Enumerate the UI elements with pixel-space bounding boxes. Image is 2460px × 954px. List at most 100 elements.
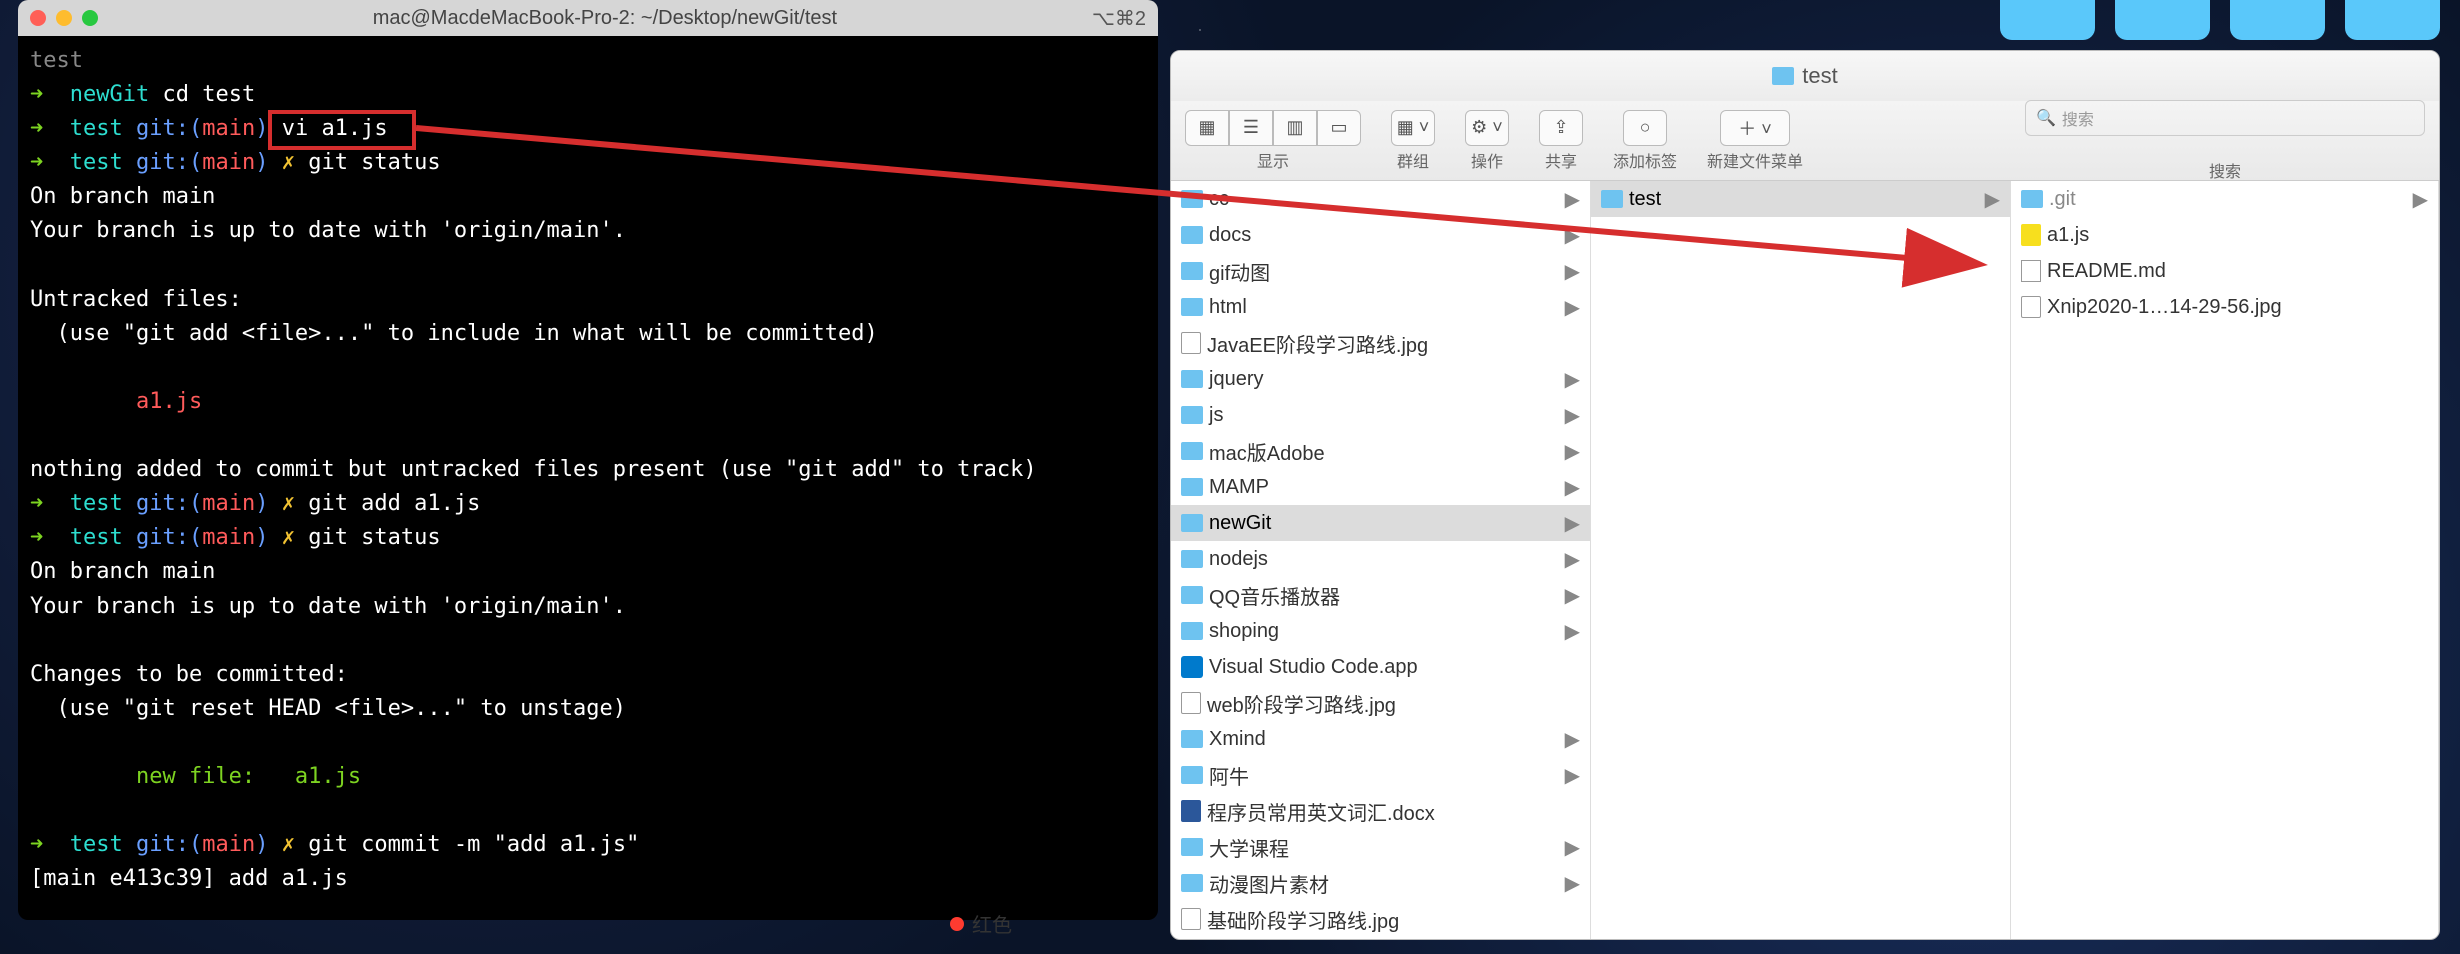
finder-column-1: cc▶docs▶gif动图▶html▶JavaEE阶段学习路线.jpgjquer… (1171, 181, 1591, 939)
finder-item-label: JavaEE阶段学习路线.jpg (1207, 329, 1428, 358)
finder-item-label: nodejs (1209, 548, 1268, 571)
finder-item[interactable]: README.md (2011, 253, 2438, 289)
terminal-title: mac@MacdeMacBook-Pro-2: ~/Desktop/newGit… (128, 7, 1082, 30)
folder-icon (1181, 586, 1203, 604)
finder-item[interactable]: 基础阶段学习路线.jpg (1171, 901, 1590, 937)
tag-dot-icon (950, 917, 964, 931)
new-folder-button[interactable]: ＋ ˅ (1720, 110, 1790, 146)
list-view-button[interactable]: ☰ (1229, 110, 1273, 146)
finder-item[interactable]: .git ▶ (2011, 181, 2438, 217)
chevron-right-icon: ▶ (1565, 547, 1580, 572)
finder-item-label: jquery (1209, 368, 1263, 391)
finder-item-label: .git (2049, 188, 2076, 211)
finder-item-label: docs (1209, 224, 1251, 247)
minimize-icon[interactable] (56, 10, 72, 26)
finder-item-label: README.md (2047, 260, 2166, 283)
terminal-shortcut: ⌥⌘2 (1092, 6, 1146, 31)
finder-item[interactable]: js▶ (1171, 397, 1590, 433)
chevron-right-icon: ▶ (1565, 619, 1580, 644)
finder-item[interactable]: cc ▶ (1171, 181, 1590, 217)
finder-item-label: QQ音乐播放器 (1209, 581, 1340, 610)
finder-item-label: gif动图 (1209, 257, 1270, 286)
gallery-view-button[interactable]: ▭ (1317, 110, 1361, 146)
icon-view-button[interactable]: ▦ (1185, 110, 1229, 146)
vscode-app-icon (1181, 656, 1203, 678)
tag-icon[interactable]: ○ (1623, 110, 1667, 146)
maximize-icon[interactable] (82, 10, 98, 26)
finder-item[interactable]: QQ音乐播放器 ▶ (1171, 577, 1590, 613)
finder-item[interactable]: jquery ▶ (1171, 361, 1590, 397)
finder-item[interactable]: 大学课程▶ (1171, 829, 1590, 865)
finder-item[interactable]: 程序员常用英文词汇.docx (1171, 793, 1590, 829)
finder-item[interactable]: web阶段学习路线.jpg (1171, 685, 1590, 721)
finder-item[interactable]: Xmind▶ (1171, 721, 1590, 757)
folder-icon (1772, 67, 1794, 85)
folder-icon (1181, 370, 1203, 388)
column-view-button[interactable]: ▥ (1273, 110, 1317, 146)
dock-folder[interactable] (2230, 0, 2325, 40)
file-icon (1181, 692, 1201, 714)
gear-icon[interactable]: ⚙ ˅ (1465, 110, 1509, 146)
finder-item-label: js (1209, 404, 1223, 427)
finder-item[interactable]: shoping ▶ (1171, 613, 1590, 649)
share-icon[interactable]: ⇪ (1539, 110, 1583, 146)
group-button[interactable]: ▦ ˅ (1391, 110, 1435, 146)
chevron-right-icon: ▶ (2413, 187, 2428, 212)
finder-item[interactable]: test▶ (1591, 181, 2010, 217)
action-group: ⚙ ˅ 操作 (1465, 110, 1509, 172)
folder-icon (1181, 838, 1203, 856)
chevron-right-icon: ▶ (1565, 871, 1580, 896)
terminal-titlebar[interactable]: mac@MacdeMacBook-Pro-2: ~/Desktop/newGit… (18, 0, 1158, 36)
finder-item[interactable]: mac版Adobe▶ (1171, 433, 1590, 469)
finder-item[interactable]: 阿牛▶ (1171, 757, 1590, 793)
finder-item[interactable]: gif动图▶ (1171, 253, 1590, 289)
finder-item-label: shoping (1209, 620, 1279, 643)
folder-icon (1181, 478, 1203, 496)
folder-icon (1181, 874, 1203, 892)
dock-folder[interactable] (2115, 0, 2210, 40)
finder-titlebar[interactable]: test (1171, 51, 2439, 101)
dock-folder[interactable] (2000, 0, 2095, 40)
traffic-lights (30, 10, 98, 26)
finder-item-label: 阿牛 (1209, 761, 1249, 790)
folder-icon (1181, 406, 1203, 424)
finder-item[interactable]: newGit▶ (1171, 505, 1590, 541)
finder-column-2: test▶ (1591, 181, 2011, 939)
folder-icon (1181, 262, 1203, 280)
finder-item[interactable]: a1.js (2011, 217, 2438, 253)
finder-item-label: html (1209, 296, 1247, 319)
chevron-right-icon: ▶ (1565, 835, 1580, 860)
chevron-right-icon: ▶ (1985, 187, 2000, 212)
finder-column-3: .git ▶ a1.js README.md Xnip2020-1…14-29-56.j… (2011, 181, 2439, 939)
terminal-window: mac@MacdeMacBook-Pro-2: ~/Desktop/newGit… (18, 0, 1158, 920)
finder-item[interactable]: Xnip2020-1…14-29-56.jpg (2011, 289, 2438, 325)
tag-red[interactable]: 红色 (950, 909, 1012, 938)
tags-group: ○ 添加标签 (1613, 110, 1677, 172)
markdown-file-icon (2021, 260, 2041, 282)
finder-item[interactable]: nodejs ▶ (1171, 541, 1590, 577)
finder-item[interactable]: MAMP▶ (1171, 469, 1590, 505)
finder-item[interactable]: docs▶ (1171, 217, 1590, 253)
finder-item-label: newGit (1209, 512, 1271, 535)
finder-item-label: a1.js (2047, 224, 2089, 247)
close-icon[interactable] (30, 10, 46, 26)
chevron-right-icon: ▶ (1565, 583, 1580, 608)
terminal-body[interactable]: test ➜ newGit cd test ➜ test git:(main) … (18, 36, 1158, 920)
finder-item-label: cc (1209, 188, 1229, 211)
dock-folders (2000, 0, 2440, 40)
folder-icon (2021, 190, 2043, 208)
search-input[interactable]: 🔍 搜索 (2025, 100, 2425, 136)
finder-item[interactable]: JavaEE阶段学习路线.jpg (1171, 325, 1590, 361)
dock-folder[interactable] (2345, 0, 2440, 40)
folder-icon (1181, 190, 1203, 208)
finder-item-label: mac版Adobe (1209, 437, 1325, 466)
finder-item-label: Visual Studio Code.app (1209, 656, 1418, 679)
chevron-right-icon: ▶ (1565, 367, 1580, 392)
folder-icon (1181, 514, 1203, 532)
chevron-right-icon: ▶ (1565, 187, 1580, 212)
finder-item[interactable]: Visual Studio Code.app (1171, 649, 1590, 685)
search-icon: 🔍 (2036, 108, 2056, 128)
folder-icon (1181, 550, 1203, 568)
finder-item[interactable]: html▶ (1171, 289, 1590, 325)
finder-item[interactable]: 动漫图片素材▶ (1171, 865, 1590, 901)
